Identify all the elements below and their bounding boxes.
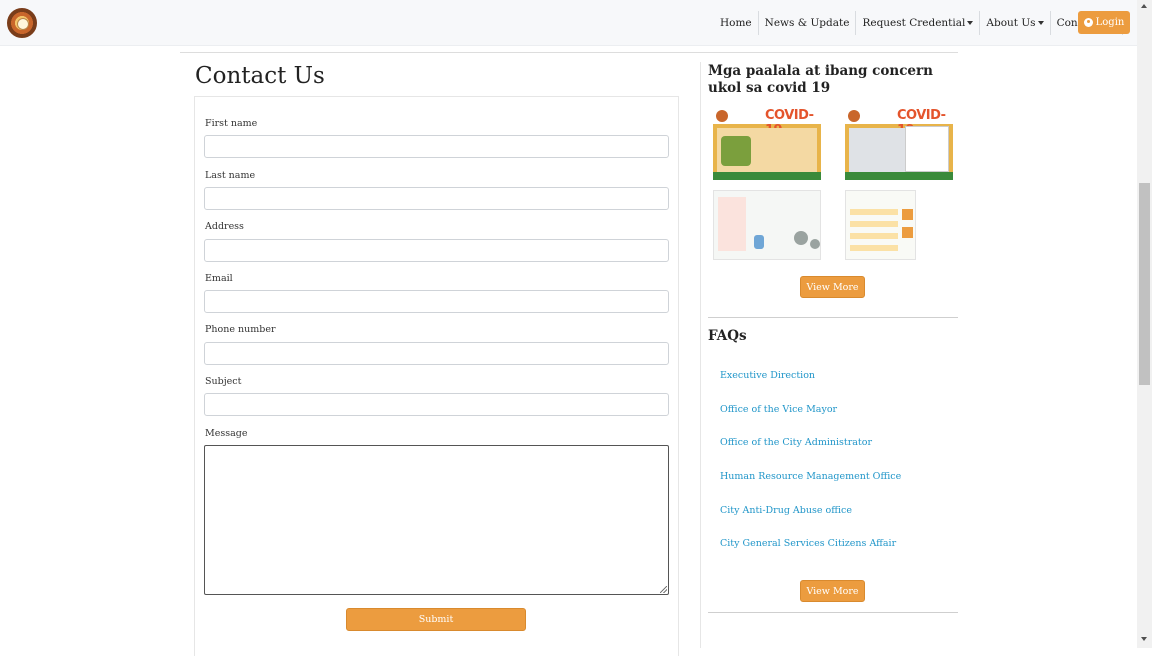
faq-link[interactable]: City Anti-Drug Abuse office bbox=[720, 505, 852, 516]
email-label: Email bbox=[205, 273, 233, 284]
doctor-figure-icon bbox=[754, 235, 764, 249]
scroll-down-arrow-icon[interactable] bbox=[1141, 637, 1147, 641]
poster-row bbox=[850, 233, 898, 239]
subject-input[interactable] bbox=[204, 393, 669, 416]
coronavirus-info-thumbnail[interactable] bbox=[713, 190, 821, 260]
nav-news-update[interactable]: News & Update bbox=[759, 11, 856, 35]
info-icon bbox=[902, 209, 913, 220]
first-name-label: First name bbox=[205, 118, 258, 129]
login-label: Login bbox=[1095, 17, 1125, 28]
user-icon bbox=[1083, 18, 1093, 27]
message-textarea[interactable] bbox=[204, 445, 669, 595]
poster-sidebar-panel bbox=[718, 197, 746, 251]
address-label: Address bbox=[205, 221, 244, 232]
faq-link[interactable]: Office of the Vice Mayor bbox=[720, 404, 837, 415]
resize-grip-icon[interactable] bbox=[660, 586, 667, 593]
poster-row bbox=[850, 209, 898, 215]
page-title: Contact Us bbox=[195, 63, 325, 89]
top-divider bbox=[180, 52, 958, 53]
faq-link[interactable]: Human Resource Management Office bbox=[720, 471, 901, 482]
section-divider bbox=[708, 612, 958, 613]
virus-icon bbox=[794, 231, 808, 245]
poster-row bbox=[850, 245, 898, 251]
main-nav: Home News & Update Request Credential Ab… bbox=[714, 11, 1123, 35]
email-input[interactable] bbox=[204, 290, 669, 313]
last-name-label: Last name bbox=[205, 170, 256, 181]
phone-number-input[interactable] bbox=[204, 342, 669, 365]
poster-footer bbox=[845, 172, 953, 180]
poster-footer bbox=[713, 172, 821, 180]
city-seal-icon bbox=[848, 110, 860, 122]
first-name-input[interactable] bbox=[204, 135, 669, 158]
covid-poster-thumbnail[interactable]: COVID-19 bbox=[713, 108, 821, 180]
nav-request-credential[interactable]: Request Credential bbox=[856, 11, 979, 35]
nav-about-us-label: About Us bbox=[986, 17, 1036, 29]
scroll-up-arrow-icon[interactable] bbox=[1141, 4, 1147, 8]
submit-button[interactable]: Submit bbox=[346, 608, 526, 631]
top-navbar: Home News & Update Request Credential Ab… bbox=[0, 0, 1137, 46]
info-icon bbox=[902, 227, 913, 238]
login-button[interactable]: Login bbox=[1078, 11, 1130, 34]
message-label: Message bbox=[205, 428, 248, 439]
kontra-covid-thumbnail[interactable] bbox=[845, 190, 916, 260]
phone-number-label: Phone number bbox=[205, 324, 276, 335]
last-name-input[interactable] bbox=[204, 187, 669, 210]
faq-link[interactable]: Office of the City Administrator bbox=[720, 437, 872, 448]
caret-down-icon bbox=[1037, 21, 1044, 25]
covid-view-more-button[interactable]: View More bbox=[800, 276, 865, 298]
poster-row bbox=[850, 221, 898, 227]
section-divider bbox=[708, 317, 958, 318]
hotline-card bbox=[905, 126, 949, 172]
covid-section-heading: Mga paalala at ibang concern ukol sa cov… bbox=[708, 63, 933, 96]
faq-link[interactable]: Executive Direction bbox=[720, 370, 815, 381]
subject-label: Subject bbox=[205, 376, 242, 387]
nav-home[interactable]: Home bbox=[714, 11, 758, 35]
sidebar-divider bbox=[700, 62, 701, 648]
vertical-scrollbar[interactable] bbox=[1137, 0, 1152, 648]
city-seal-icon bbox=[716, 110, 728, 122]
nav-about-us[interactable]: About Us bbox=[980, 11, 1049, 35]
scrollbar-thumb[interactable] bbox=[1139, 183, 1150, 385]
plant-icon bbox=[721, 136, 751, 166]
faq-view-more-button[interactable]: View More bbox=[800, 580, 865, 602]
nav-request-credential-label: Request Credential bbox=[862, 17, 966, 29]
faq-heading: FAQs bbox=[708, 328, 747, 344]
virus-icon bbox=[810, 239, 820, 249]
covid-hotline-thumbnail[interactable]: COVID-19 bbox=[845, 108, 953, 180]
caret-down-icon bbox=[967, 21, 974, 25]
faq-link[interactable]: City General Services Citizens Affair bbox=[720, 538, 896, 549]
address-input[interactable] bbox=[204, 239, 669, 262]
city-seal-logo[interactable] bbox=[7, 8, 37, 38]
